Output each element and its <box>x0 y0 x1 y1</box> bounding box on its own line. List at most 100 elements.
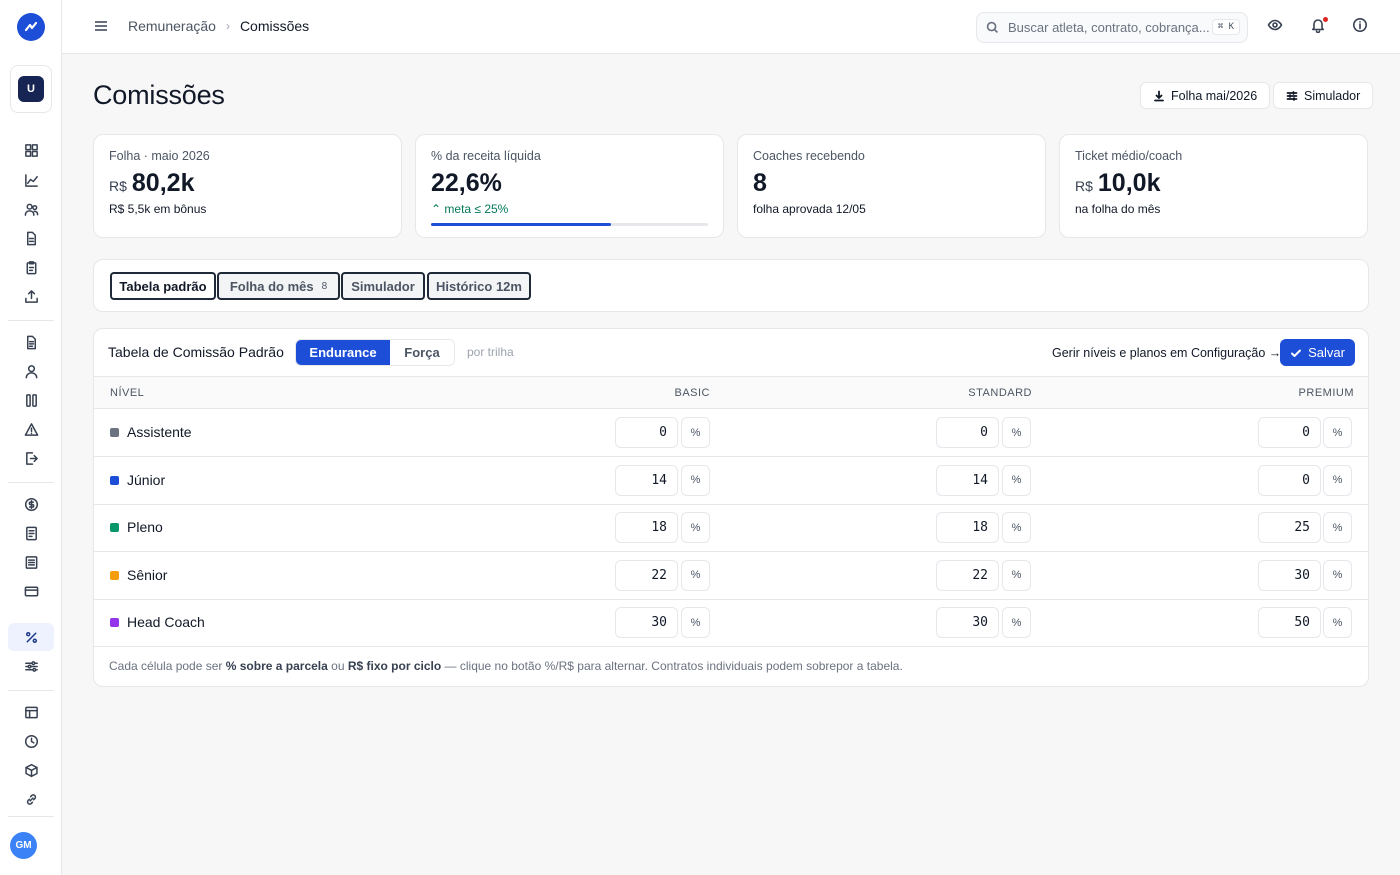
stat-value: 22,6% <box>431 169 502 197</box>
level-color-dot <box>110 523 119 533</box>
simulator-button-label: Simulador <box>1304 88 1361 103</box>
table-row: Head Coach 30% 30% 50% <box>94 599 1368 648</box>
search-icon <box>986 21 999 34</box>
tab-monthly-payroll[interactable]: Folha do mês 8 <box>217 272 340 300</box>
commission-input-standard[interactable]: 0 <box>936 417 999 448</box>
commission-input-premium[interactable]: 30 <box>1258 559 1321 591</box>
unit-toggle-button[interactable]: % <box>681 464 710 496</box>
nav-finance[interactable] <box>8 490 54 518</box>
sidebar-divider <box>8 690 54 691</box>
commission-input-standard[interactable]: 22 <box>936 559 999 591</box>
track-option-endurance[interactable]: Endurance <box>296 340 390 365</box>
sidebar-divider <box>8 482 54 483</box>
nav-integrations[interactable] <box>8 785 54 813</box>
search-placeholder: Buscar atleta, contrato, cobrança... <box>1008 20 1210 35</box>
stat-sub: ⌃ meta ≤ 25% <box>431 202 708 216</box>
notifications-button[interactable] <box>1310 17 1328 35</box>
tab-label: Histórico 12m <box>436 278 522 294</box>
nav-settings-sliders[interactable] <box>8 652 54 680</box>
nav-alerts[interactable] <box>8 415 54 443</box>
nav-logout[interactable] <box>8 444 54 472</box>
table-header: NÍVEL BASIC STANDARD PREMIUM <box>94 376 1368 409</box>
commission-input-basic[interactable]: 18 <box>615 512 678 544</box>
nav-invoices[interactable] <box>8 519 54 547</box>
table-row: Júnior 14% 14% 0% <box>94 457 1368 505</box>
stat-currency: R$ <box>1075 178 1093 194</box>
nav-dashboard[interactable] <box>8 136 54 164</box>
nav-documents[interactable] <box>8 224 54 252</box>
nav-analytics[interactable] <box>8 166 54 194</box>
unit-toggle-button[interactable]: % <box>681 559 710 591</box>
unit-toggle-button[interactable]: % <box>1323 512 1352 544</box>
unit-toggle-button[interactable]: % <box>1002 464 1031 496</box>
nav-clipboard[interactable] <box>8 253 54 281</box>
app-logo[interactable] <box>17 13 45 41</box>
menu-toggle-button[interactable] <box>92 17 110 35</box>
unit-toggle-button[interactable]: % <box>1323 417 1352 448</box>
info-button[interactable] <box>1352 17 1370 35</box>
commission-input-standard[interactable]: 14 <box>936 464 999 496</box>
grid-icon <box>24 143 38 157</box>
commission-input-basic[interactable]: 22 <box>615 559 678 591</box>
commission-input-basic[interactable]: 0 <box>615 417 678 448</box>
save-button[interactable]: Salvar <box>1280 339 1355 366</box>
breadcrumb-parent[interactable]: Remuneração <box>128 18 216 34</box>
footnote-bold: R$ fixo por ciclo <box>347 659 442 673</box>
unit-toggle-button[interactable]: % <box>681 417 710 448</box>
unit-toggle-button[interactable]: % <box>1002 417 1031 448</box>
stat-value: R$ 10,0k <box>1075 169 1352 198</box>
stat-number: 80,2k <box>131 169 195 197</box>
level-color-dot <box>110 475 119 485</box>
table-title: Tabela de Comissão Padrão <box>108 344 284 360</box>
user-avatar[interactable]: GM <box>10 832 37 859</box>
tab-history[interactable]: Histórico 12m <box>427 272 531 300</box>
unit-toggle-button[interactable]: % <box>1323 559 1352 591</box>
commission-input-standard[interactable]: 30 <box>936 607 999 639</box>
commission-input-premium[interactable]: 0 <box>1258 417 1321 448</box>
level-color-dot <box>110 618 119 628</box>
workspace-switcher[interactable]: U <box>10 65 52 113</box>
page-title: Comissões <box>93 80 225 110</box>
nav-payments[interactable] <box>8 577 54 605</box>
nav-reports[interactable] <box>8 548 54 576</box>
nav-packages[interactable] <box>8 756 54 784</box>
visibility-button[interactable] <box>1267 17 1285 35</box>
nav-history[interactable] <box>8 727 54 755</box>
level-name: Head Coach <box>127 614 205 631</box>
unit-toggle-button[interactable]: % <box>681 607 710 639</box>
unit-toggle-button[interactable]: % <box>1002 607 1031 639</box>
config-link[interactable]: Gerir níveis e planos em Configuração → <box>1052 346 1281 360</box>
simulator-button[interactable]: Simulador <box>1273 82 1374 109</box>
search-input[interactable]: Buscar atleta, contrato, cobrança... ⌘ K <box>976 12 1248 43</box>
nav-profile[interactable] <box>8 357 54 385</box>
sliders-icon <box>1286 90 1298 101</box>
level-name: Júnior <box>127 471 166 488</box>
commission-input-basic[interactable]: 14 <box>615 464 678 496</box>
save-button-label: Salvar <box>1308 345 1345 360</box>
tab-simulator[interactable]: Simulador <box>341 272 425 300</box>
payroll-button[interactable]: Folha mai/2026 <box>1140 82 1271 109</box>
nav-upload[interactable] <box>8 282 54 310</box>
commission-input-premium[interactable]: 50 <box>1258 607 1321 639</box>
track-option-forca[interactable]: Força <box>390 340 454 365</box>
commission-input-basic[interactable]: 30 <box>615 607 678 639</box>
unit-toggle-button[interactable]: % <box>1323 464 1352 496</box>
unit-toggle-button[interactable]: % <box>1002 512 1031 544</box>
stat-label: Ticket médio/coach <box>1075 149 1183 163</box>
commission-input-standard[interactable]: 18 <box>936 512 999 544</box>
commission-input-premium[interactable]: 25 <box>1258 512 1321 544</box>
nav-commissions[interactable] <box>8 623 54 651</box>
nav-table[interactable] <box>8 698 54 726</box>
nav-columns[interactable] <box>8 386 54 414</box>
unit-toggle-button[interactable]: % <box>1002 559 1031 591</box>
unit-toggle-button[interactable]: % <box>681 512 710 544</box>
check-icon <box>1291 349 1302 357</box>
nav-contracts[interactable] <box>8 328 54 356</box>
tab-standard-table[interactable]: Tabela padrão <box>110 272 216 300</box>
nav-athletes[interactable] <box>8 195 54 223</box>
commission-input-premium[interactable]: 0 <box>1258 464 1321 496</box>
tabs-bar: Tabela padrão Folha do mês 8 Simulador Hi… <box>93 259 1369 312</box>
unit-toggle-button[interactable]: % <box>1323 607 1352 639</box>
stat-value: R$ 80,2k <box>109 169 386 198</box>
column-header-premium: PREMIUM <box>1298 387 1354 399</box>
